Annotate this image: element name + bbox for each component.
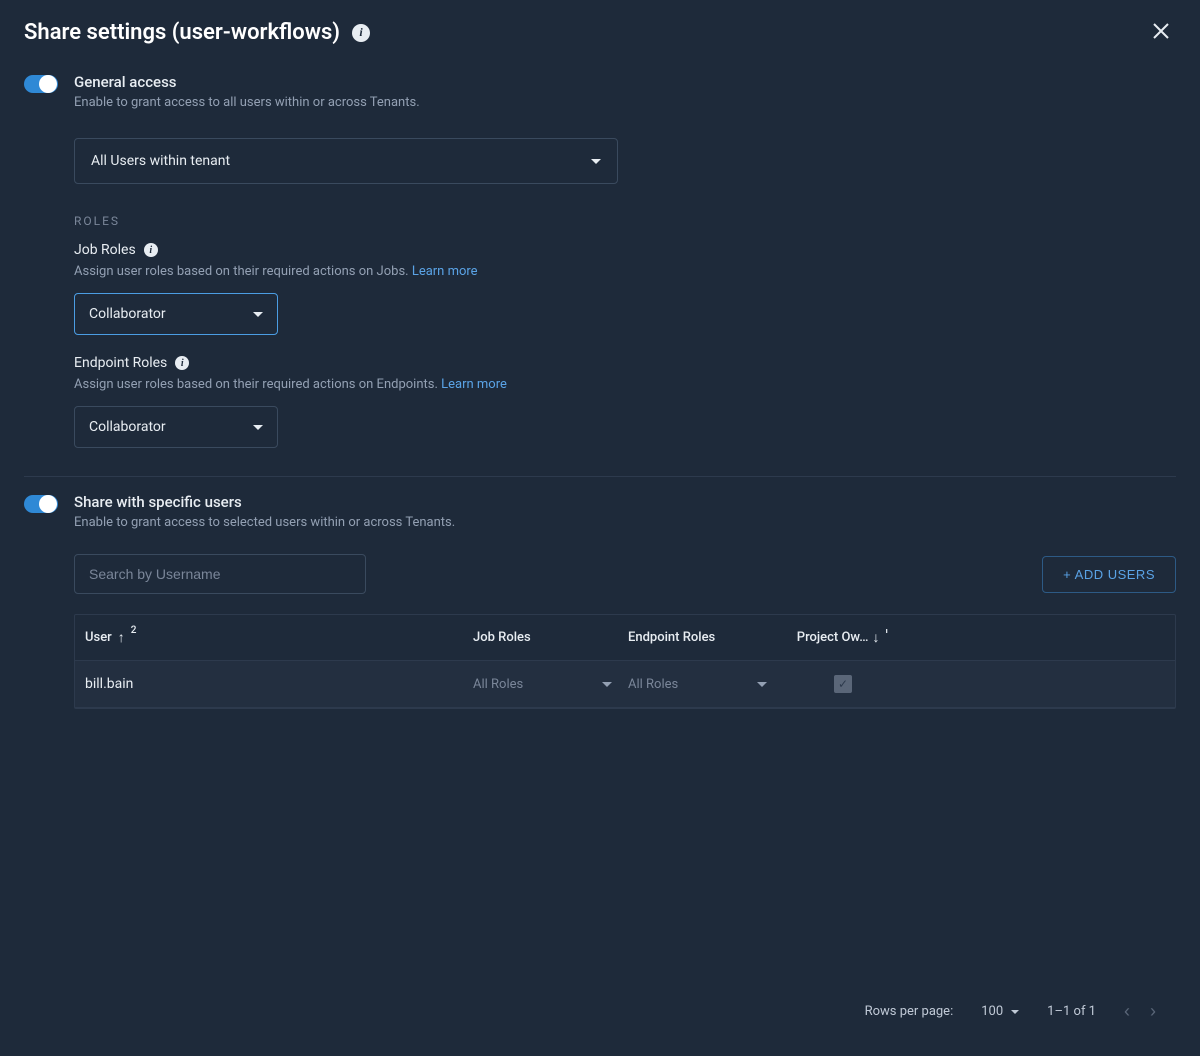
info-icon[interactable]: i (144, 243, 158, 257)
chevron-down-icon (253, 312, 263, 317)
previous-page-button[interactable]: ‹ (1124, 1001, 1130, 1022)
close-icon (1152, 22, 1170, 40)
table-header: User ↑ 2 Job Roles Endpoint Roles Projec… (75, 615, 1175, 661)
pagination-range: 1–1 of 1 (1047, 1004, 1096, 1019)
general-access-title: General access (74, 73, 1176, 91)
job-roles-cell[interactable]: All Roles (473, 677, 523, 692)
rows-per-page-value: 100 (981, 1004, 1003, 1019)
specific-users-toggle[interactable] (24, 495, 58, 513)
close-button[interactable] (1146, 16, 1176, 49)
specific-users-desc: Enable to grant access to selected users… (74, 515, 1176, 530)
user-cell: bill.bain (85, 676, 133, 692)
job-roles-dropdown[interactable]: Collaborator (74, 293, 278, 335)
column-project-owner[interactable]: Project Ow… ↓ 1 (783, 629, 903, 646)
sort-priority-badge: 1 (884, 629, 890, 636)
general-access-section: General access Enable to grant access to… (0, 57, 1200, 464)
endpoint-roles-value: Collaborator (89, 419, 166, 435)
info-icon[interactable]: i (352, 24, 370, 42)
chevron-down-icon[interactable] (757, 682, 767, 687)
general-access-desc: Enable to grant access to all users with… (74, 95, 1176, 110)
job-roles-label: Job Roles (74, 242, 136, 258)
column-job-roles[interactable]: Job Roles (473, 630, 628, 645)
project-owner-checkbox[interactable]: ✓ (834, 675, 852, 693)
sort-priority-badge: 2 (131, 625, 137, 636)
general-access-toggle[interactable] (24, 75, 58, 93)
endpoint-roles-dropdown[interactable]: Collaborator (74, 406, 278, 448)
search-username-input[interactable] (74, 554, 366, 594)
chevron-down-icon (253, 425, 263, 430)
modal-header: Share settings (user-workflows) i (0, 0, 1200, 57)
chevron-down-icon (1011, 1010, 1019, 1014)
info-icon[interactable]: i (175, 356, 189, 370)
chevron-down-icon[interactable] (602, 682, 612, 687)
endpoint-roles-label: Endpoint Roles (74, 355, 167, 371)
endpoint-roles-desc: Assign user roles based on their require… (74, 377, 1176, 392)
job-roles-desc: Assign user roles based on their require… (74, 264, 1176, 279)
add-users-button[interactable]: + ADD USERS (1042, 556, 1176, 593)
column-user[interactable]: User ↑ 2 (85, 629, 473, 646)
chevron-down-icon (591, 159, 601, 164)
access-scope-dropdown[interactable]: All Users within tenant (74, 138, 618, 184)
endpoint-roles-learn-more-link[interactable]: Learn more (441, 377, 507, 392)
specific-users-section: Share with specific users Enable to gran… (0, 477, 1200, 1050)
users-table: User ↑ 2 Job Roles Endpoint Roles Projec… (74, 614, 1176, 709)
pagination: Rows per page: 100 1–1 of 1 ‹ › (74, 989, 1176, 1034)
rows-per-page-select[interactable]: 100 (981, 1004, 1019, 1019)
roles-heading: ROLES (74, 214, 1176, 228)
table-row: bill.bain All Roles All Roles ✓ (75, 661, 1175, 708)
sort-asc-icon: ↑ (118, 629, 125, 646)
endpoint-roles-cell[interactable]: All Roles (628, 677, 678, 692)
rows-per-page-label: Rows per page: (865, 1004, 954, 1019)
sort-desc-icon: ↓ (873, 629, 880, 646)
next-page-button[interactable]: › (1150, 1001, 1156, 1022)
access-scope-value: All Users within tenant (91, 153, 230, 169)
job-roles-value: Collaborator (89, 306, 166, 322)
specific-users-title: Share with specific users (74, 493, 1176, 511)
column-endpoint-roles[interactable]: Endpoint Roles (628, 630, 783, 645)
modal-title: Share settings (user-workflows) (24, 20, 340, 45)
job-roles-learn-more-link[interactable]: Learn more (412, 264, 478, 279)
